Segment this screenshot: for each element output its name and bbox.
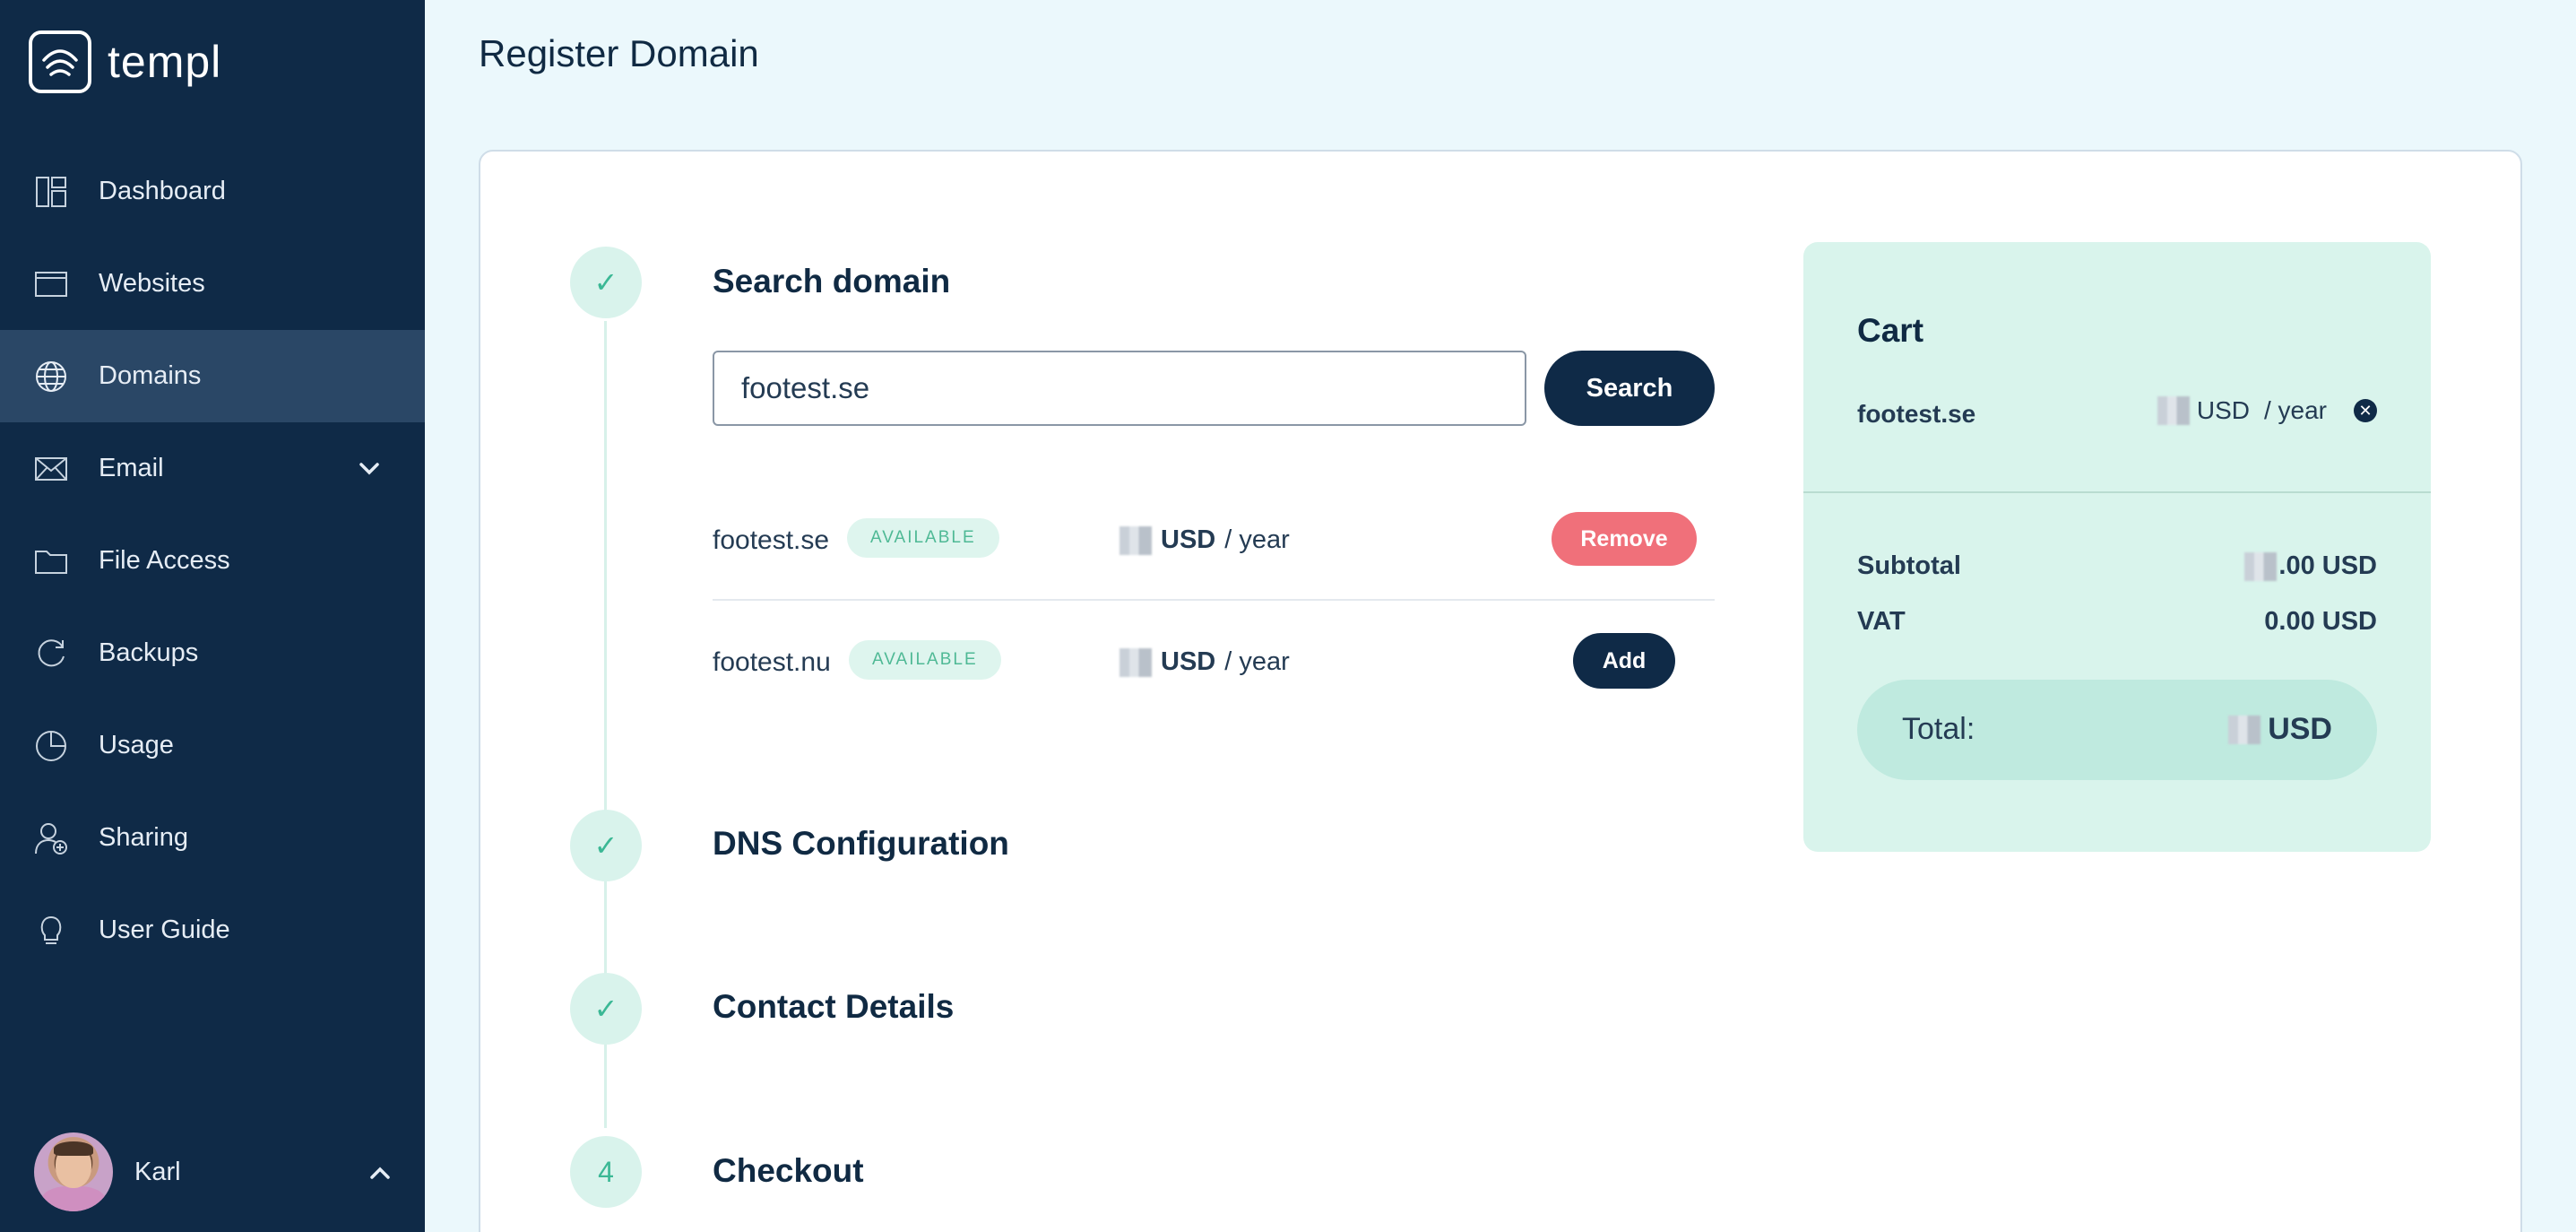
user-menu[interactable]: Karl xyxy=(34,1132,393,1212)
subtotal-value: .00 USD xyxy=(2278,551,2377,580)
dashboard-icon xyxy=(34,175,68,209)
sidebar-item-email[interactable]: Email xyxy=(0,422,425,515)
domain-result-row: footest.nu AVAILABLE USD / year xyxy=(713,640,1715,768)
refresh-icon xyxy=(34,637,68,671)
sidebar-item-label: File Access xyxy=(99,546,230,575)
status-badge: AVAILABLE xyxy=(849,640,1001,680)
cart-item-price: USD / year ✕ xyxy=(2157,396,2377,425)
app-name: templ xyxy=(108,37,222,87)
lightbulb-icon xyxy=(34,914,68,948)
logo[interactable]: templ xyxy=(29,30,221,93)
sidebar-nav: Dashboard Websites Domains Email File Ac… xyxy=(0,145,425,976)
cart-title: Cart xyxy=(1857,312,1924,349)
cart-item-period: / year xyxy=(2263,396,2327,424)
sidebar-item-usage[interactable]: Usage xyxy=(0,699,425,792)
cart-item-domain: footest.se xyxy=(1857,400,1976,428)
domain-search-input[interactable] xyxy=(713,351,1526,426)
step-title-dns-configuration[interactable]: DNS Configuration xyxy=(713,825,1009,863)
sidebar-item-label: Email xyxy=(99,454,164,482)
step-title-search-domain[interactable]: Search domain xyxy=(713,263,950,300)
redacted-price xyxy=(2228,715,2261,744)
add-domain-button[interactable]: Add xyxy=(1573,633,1675,689)
cart-total: Total: USD xyxy=(1857,680,2377,780)
sidebar-item-label: Usage xyxy=(99,731,174,759)
redacted-price xyxy=(2244,551,2278,581)
subtotal-label: Subtotal xyxy=(1857,551,1961,580)
step-2-complete-icon: ✓ xyxy=(570,810,642,881)
row-divider xyxy=(713,599,1715,601)
sidebar-item-websites[interactable]: Websites xyxy=(0,238,425,330)
sidebar-item-label: User Guide xyxy=(99,915,230,944)
chevron-down-icon[interactable] xyxy=(357,456,382,482)
total-label: Total: xyxy=(1902,712,1975,746)
redacted-price xyxy=(1119,525,1152,555)
result-price: USD / year xyxy=(1119,647,1290,677)
sidebar-item-label: Sharing xyxy=(99,823,188,852)
search-button[interactable]: Search xyxy=(1544,351,1715,426)
sidebar: templ Dashboard Websites Domains Email F… xyxy=(0,0,425,1232)
sidebar-item-sharing[interactable]: Sharing xyxy=(0,792,425,884)
pie-chart-icon xyxy=(34,729,68,763)
step-title-contact-details[interactable]: Contact Details xyxy=(713,988,954,1026)
user-share-icon xyxy=(34,821,68,855)
total-value: USD xyxy=(2268,712,2332,746)
result-currency: USD xyxy=(1161,647,1216,676)
sidebar-item-label: Backups xyxy=(99,638,199,667)
user-name: Karl xyxy=(134,1157,181,1186)
chevron-up-icon[interactable] xyxy=(367,1160,393,1185)
vat-label: VAT xyxy=(1857,607,1906,636)
envelope-icon xyxy=(34,452,68,486)
cart-panel: Cart footest.se USD / year ✕ Subtotal .0… xyxy=(1803,242,2431,852)
step-title-checkout[interactable]: Checkout xyxy=(713,1152,864,1190)
vat-value: 0.00 USD xyxy=(2264,607,2377,636)
redacted-price xyxy=(1119,647,1152,677)
redacted-price xyxy=(2157,396,2190,425)
avatar[interactable] xyxy=(34,1132,113,1211)
result-domain-name: footest.se xyxy=(713,525,830,555)
browser-icon xyxy=(34,267,68,301)
status-badge: AVAILABLE xyxy=(847,518,999,558)
step-4-number: 4 xyxy=(570,1136,642,1208)
sidebar-item-dashboard[interactable]: Dashboard xyxy=(0,145,425,238)
result-period: / year xyxy=(1224,525,1290,554)
cart-subtotal: Subtotal .00 USD xyxy=(1857,551,2377,581)
sidebar-item-user-guide[interactable]: User Guide xyxy=(0,884,425,976)
remove-domain-button[interactable]: Remove xyxy=(1552,512,1697,566)
step-1-complete-icon: ✓ xyxy=(570,247,642,318)
result-currency: USD xyxy=(1161,525,1216,554)
folder-icon xyxy=(34,544,68,578)
result-period: / year xyxy=(1224,647,1290,676)
sidebar-item-label: Websites xyxy=(99,269,205,298)
sidebar-item-backups[interactable]: Backups xyxy=(0,607,425,699)
sidebar-item-label: Dashboard xyxy=(99,177,226,205)
globe-icon xyxy=(34,360,68,394)
sidebar-item-label: Domains xyxy=(99,361,202,390)
logo-icon xyxy=(29,30,91,93)
close-icon[interactable]: ✕ xyxy=(2354,399,2377,422)
page-title: Register Domain xyxy=(479,32,759,74)
cart-vat: VAT 0.00 USD xyxy=(1857,607,2377,637)
sidebar-item-domains[interactable]: Domains xyxy=(0,330,425,422)
step-3-complete-icon: ✓ xyxy=(570,973,642,1045)
result-price: USD / year xyxy=(1119,525,1290,555)
cart-divider xyxy=(1803,491,2431,493)
cart-item-currency: USD xyxy=(2196,396,2250,424)
sidebar-item-file-access[interactable]: File Access xyxy=(0,515,425,607)
result-domain-name: footest.nu xyxy=(713,647,831,677)
